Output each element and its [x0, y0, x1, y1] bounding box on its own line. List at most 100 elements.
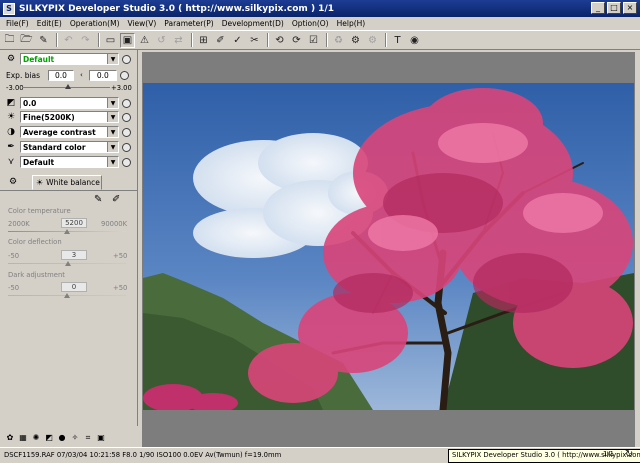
white-balance-select-value: Fine(5200K) — [23, 112, 75, 122]
taste-select[interactable]: Default ▼ — [20, 53, 119, 65]
contrast-select-value: Average contrast — [23, 127, 96, 137]
color-select[interactable]: Standard color ▼ — [20, 141, 119, 153]
wb-dropper-icon[interactable]: ✐ — [112, 194, 120, 205]
color-temperature-min: 2000K — [8, 220, 30, 228]
color-gear-icon[interactable] — [122, 142, 131, 152]
crop-icon[interactable]: ⌗ — [82, 432, 94, 444]
rotate-left-icon[interactable]: ⟲ — [272, 33, 287, 48]
contrast-gear-icon[interactable] — [122, 127, 131, 137]
chevron-down-icon: ▼ — [107, 98, 118, 108]
color-row: ✒ Standard color ▼ — [0, 140, 138, 154]
status-photo-info: DSCF1159.RAF 07/03/04 10:21:58 F8.0 1/90… — [4, 451, 282, 459]
maximize-button[interactable]: □ — [607, 2, 621, 14]
edit-icon[interactable]: ✐ — [213, 33, 228, 48]
flip-icon[interactable]: ⇄ — [171, 33, 186, 48]
menu-operation[interactable]: Operation(M) — [66, 19, 124, 28]
white-balance-select[interactable]: Fine(5200K) ▼ — [20, 111, 119, 123]
sharpness-select[interactable]: Default ▼ — [20, 156, 119, 168]
save-icon[interactable]: ✎ — [36, 33, 51, 48]
sphere-icon[interactable]: ● — [56, 432, 68, 444]
warning-icon[interactable]: ⚠ — [137, 33, 152, 48]
dark-adjustment-value[interactable]: 0 — [61, 282, 87, 292]
menu-edit[interactable]: Edit(E) — [33, 19, 66, 28]
preview-photo[interactable] — [143, 83, 634, 410]
single-view-icon[interactable]: ▭ — [103, 33, 118, 48]
dark-adjustment-thumb[interactable] — [64, 293, 70, 298]
color-temperature-value[interactable]: 5200 — [61, 218, 87, 228]
menu-file[interactable]: File(F) — [2, 19, 33, 28]
panel-toolbar: ✿ ▦ ✺ ◩ ● ✧ ⌗ ▣ — [0, 430, 142, 445]
distortion-icon[interactable]: ▦ — [17, 432, 29, 444]
exposure-arrow-icon: ‹ — [80, 71, 83, 79]
color-deflection-value[interactable]: 3 — [61, 250, 87, 260]
image-viewer[interactable] — [142, 52, 635, 447]
checkbox-icon[interactable]: ☑ — [306, 33, 321, 48]
white-balance-row: ☀ Fine(5200K) ▼ — [0, 110, 138, 124]
sharpness-gear-icon[interactable] — [122, 157, 131, 167]
tools-icon[interactable]: ⚙ — [6, 176, 20, 188]
sub-control-area: ⚙ ☀ White balance ✎ ✐ Color temperature … — [0, 174, 138, 426]
noise-icon[interactable]: ✿ — [4, 432, 16, 444]
tab-white-balance[interactable]: ☀ White balance — [32, 175, 102, 190]
brush-icon[interactable]: ✂ — [247, 33, 262, 48]
grid-icon[interactable]: ⊞ — [196, 33, 211, 48]
open-folder-arrow-icon[interactable]: 🗁 — [19, 33, 34, 48]
chevron-down-icon: ▼ — [107, 112, 118, 122]
color-deflection-label: Color deflection — [8, 238, 62, 246]
window-title: SILKYPIX Developer Studio 3.0 ( http://w… — [19, 3, 334, 14]
redo-icon[interactable]: ↷ — [78, 33, 93, 48]
wb-picker-icon[interactable]: ✎ — [94, 194, 102, 205]
menu-development[interactable]: Development(D) — [218, 19, 288, 28]
gradation-select[interactable]: 0.0 ▼ — [20, 97, 119, 109]
minimize-button[interactable]: _ — [591, 2, 605, 14]
tab-white-balance-label: White balance — [46, 178, 100, 187]
batch-icon[interactable]: ⚙ — [365, 33, 380, 48]
color-deflection-max: +50 — [113, 252, 128, 260]
gradation-gear-icon[interactable] — [122, 98, 131, 108]
menu-help[interactable]: Help(H) — [333, 19, 370, 28]
title-bar: S SILKYPIX Developer Studio 3.0 ( http:/… — [0, 0, 640, 17]
close-button[interactable]: × — [623, 2, 637, 14]
refresh-icon[interactable]: ↻ — [625, 449, 633, 460]
exposure-value-input[interactable]: 0.0 — [48, 69, 74, 81]
color-temperature-thumb[interactable] — [64, 229, 70, 234]
panel-settings-icon[interactable]: ▣ — [95, 432, 107, 444]
rotate-icon[interactable]: ↺ — [154, 33, 169, 48]
color-select-value: Standard color — [23, 142, 86, 152]
exposure-gear-icon[interactable] — [119, 70, 129, 80]
dark-adjustment-max: +50 — [113, 284, 128, 292]
contrast-select[interactable]: Average contrast ▼ — [20, 126, 119, 138]
taste-row: ⚙ Default ▼ — [0, 52, 138, 66]
refresh-icon[interactable]: ♻ — [331, 33, 346, 48]
taste-gear-icon[interactable] — [122, 54, 131, 64]
menu-view[interactable]: View(V) — [124, 19, 161, 28]
settings-icon[interactable]: ◉ — [407, 33, 422, 48]
color-deflection-thumb[interactable] — [65, 261, 71, 266]
gradation-row: ◩ 0.0 ▼ — [0, 96, 138, 110]
gradation-icon: ◩ — [6, 98, 16, 108]
menu-option[interactable]: Option(O) — [288, 19, 333, 28]
dropper-icon: ✒ — [7, 142, 15, 152]
sharpness-row: ⋎ Default ▼ — [0, 155, 138, 169]
compare-view-icon[interactable]: ▣ — [120, 32, 135, 48]
develop-icon[interactable]: ⚙ — [348, 33, 363, 48]
status-page-count: 1/1 — [603, 450, 614, 458]
highlight-icon[interactable]: ✺ — [30, 432, 42, 444]
contrast-icon: ◑ — [7, 127, 15, 137]
check-edit-icon[interactable]: ✓ — [230, 33, 245, 48]
rotate-right-icon[interactable]: ⟳ — [289, 33, 304, 48]
chevron-down-icon: ▼ — [107, 142, 118, 152]
hammer-icon[interactable]: T — [390, 33, 405, 48]
white-balance-gear-icon[interactable] — [122, 112, 131, 122]
main-toolbar: 🗀 🗁 ✎ ↶ ↷ ▭ ▣ ⚠ ↺ ⇄ ⊞ ✐ ✓ ✂ ⟲ ⟳ ☑ ♻ ⚙ ⚙ … — [0, 30, 640, 50]
open-folder-icon[interactable]: 🗀 — [2, 33, 17, 48]
exposure-row: Exp. bias 0.0 ‹ 0.0 — [0, 68, 138, 82]
undo-icon[interactable]: ↶ — [61, 33, 76, 48]
exposure-fine-input[interactable]: 0.0 — [88, 69, 117, 81]
menu-parameter[interactable]: Parameter(P) — [160, 19, 217, 28]
lens-icon[interactable]: ✧ — [69, 432, 81, 444]
taste-select-value: Default — [23, 54, 55, 64]
dark-icon[interactable]: ◩ — [43, 432, 55, 444]
color-temperature-max: 90000K — [101, 220, 128, 228]
exposure-slider-thumb[interactable] — [65, 84, 71, 89]
